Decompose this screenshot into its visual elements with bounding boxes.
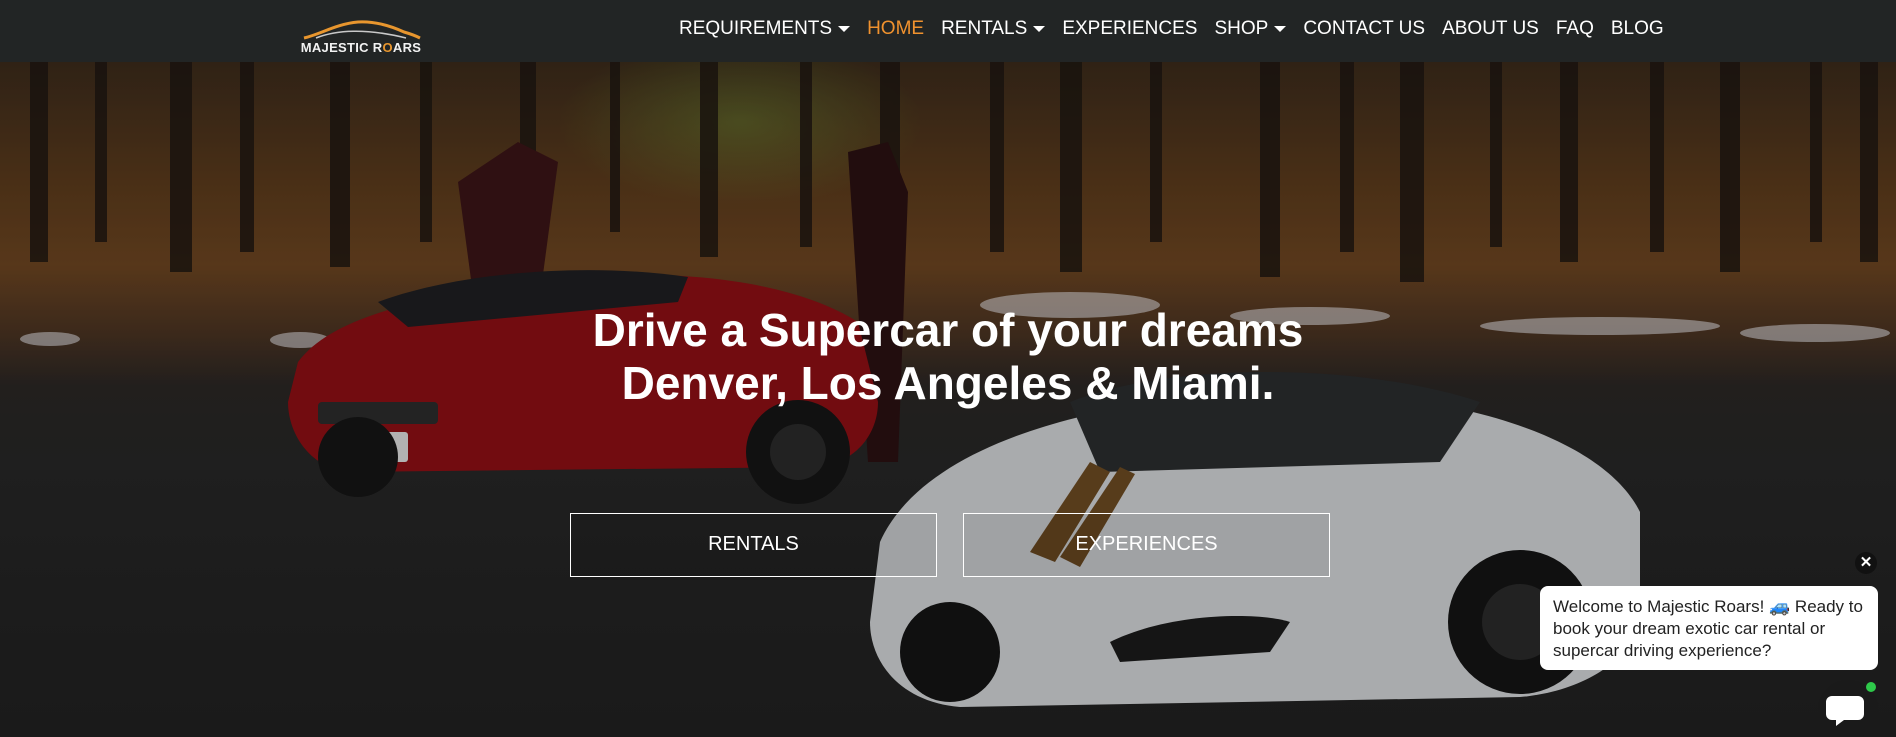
- online-status-dot: [1866, 682, 1876, 692]
- nav-about-us[interactable]: ABOUT US: [1442, 18, 1539, 40]
- hero-headline: Drive a Supercar of your dreams Denver, …: [0, 304, 1896, 410]
- rentals-button[interactable]: RENTALS: [570, 513, 937, 577]
- car-logo-icon: [303, 20, 421, 40]
- chevron-down-icon: [1033, 26, 1046, 32]
- chat-welcome-message[interactable]: Welcome to Majestic Roars! 🚙 Ready to bo…: [1540, 586, 1878, 670]
- nav-blog[interactable]: BLOG: [1611, 18, 1664, 40]
- chevron-down-icon: [1274, 26, 1287, 32]
- brand-logo[interactable]: MAJESTIC ROARS: [296, 18, 426, 58]
- main-menu: REQUIREMENTS HOME RENTALS EXPERIENCES SH…: [679, 0, 1681, 58]
- top-nav: MAJESTIC ROARS REQUIREMENTS HOME RENTALS…: [0, 0, 1896, 62]
- experiences-button[interactable]: EXPERIENCES: [963, 513, 1330, 577]
- nav-experiences[interactable]: EXPERIENCES: [1062, 18, 1197, 40]
- nav-requirements[interactable]: REQUIREMENTS: [679, 18, 851, 40]
- nav-faq[interactable]: FAQ: [1556, 18, 1594, 40]
- close-icon[interactable]: ✕: [1855, 552, 1877, 574]
- chevron-down-icon: [838, 26, 851, 32]
- nav-rentals[interactable]: RENTALS: [941, 18, 1046, 40]
- logo-text: MAJESTIC ROARS: [300, 40, 422, 55]
- hero-title-line-1: Drive a Supercar of your dreams: [592, 304, 1304, 356]
- nav-home[interactable]: HOME: [867, 18, 924, 40]
- nav-shop[interactable]: SHOP: [1214, 18, 1287, 40]
- nav-contact-us[interactable]: CONTACT US: [1303, 18, 1425, 40]
- hero-title-line-2: Denver, Los Angeles & Miami.: [621, 357, 1275, 409]
